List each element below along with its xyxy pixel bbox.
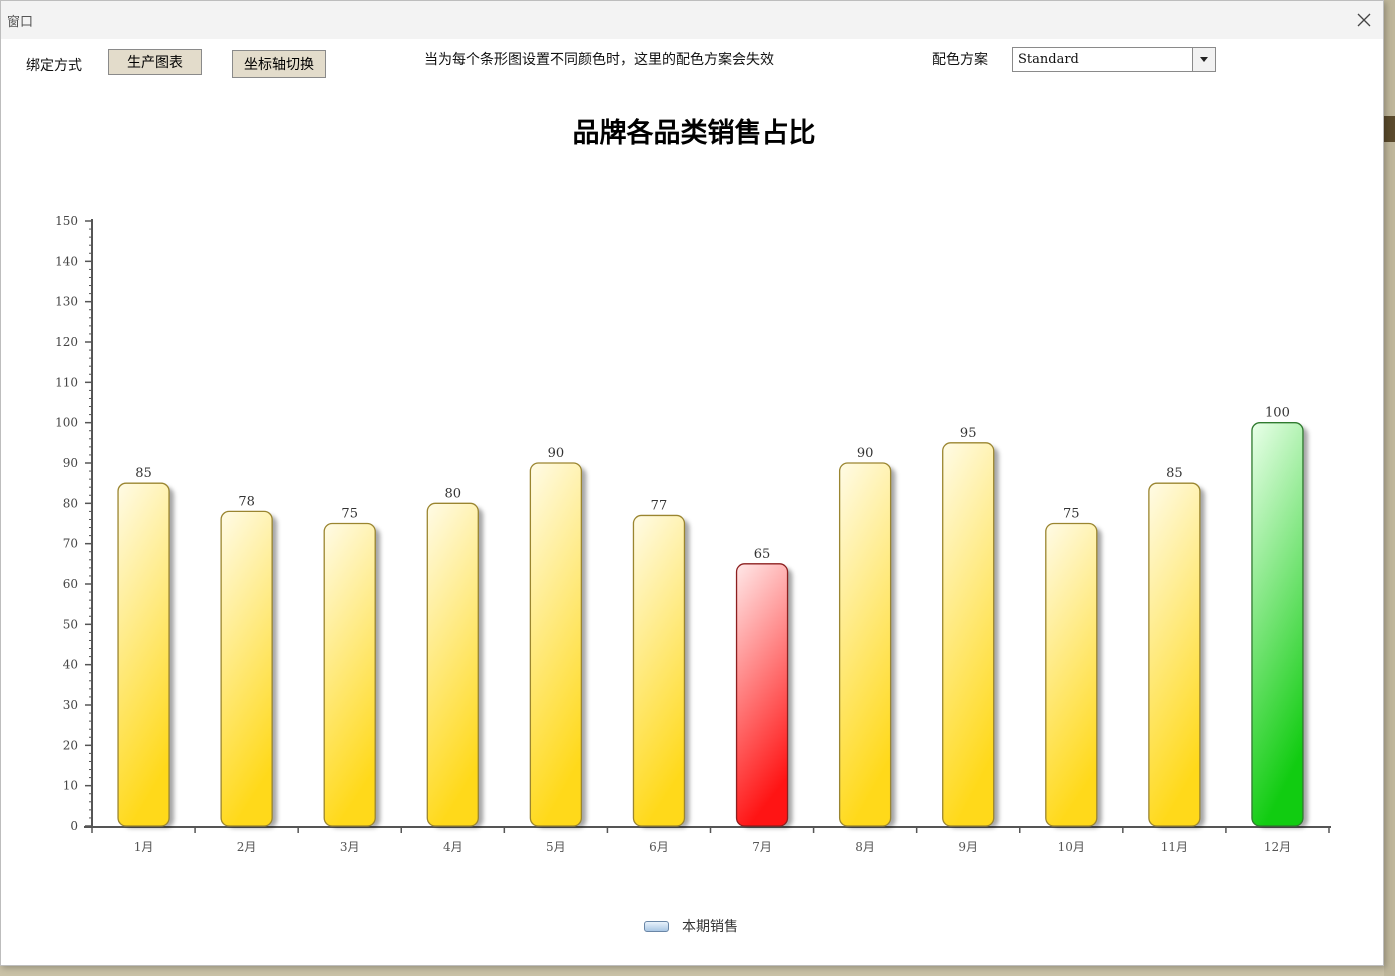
x-tick-label: 10月 [1058, 840, 1085, 854]
x-tick-label: 7月 [752, 840, 772, 854]
bar-3[interactable] [323, 522, 376, 827]
background-window-edge [1384, 116, 1395, 142]
y-tick-label: 70 [63, 537, 78, 551]
bar-11[interactable] [1148, 482, 1201, 827]
bar-9[interactable] [942, 442, 995, 827]
y-tick-label: 0 [70, 819, 78, 833]
x-tick-label: 12月 [1264, 840, 1291, 854]
bar-2[interactable] [220, 510, 273, 827]
x-tick-label: 8月 [855, 840, 875, 854]
y-tick-label: 130 [55, 295, 78, 309]
y-tick-label: 50 [63, 617, 78, 631]
bar-10[interactable] [1045, 522, 1098, 827]
y-tick-label: 150 [55, 214, 78, 228]
bar-12[interactable] [1251, 422, 1304, 827]
bar-8[interactable] [838, 462, 892, 827]
x-tick-label: 4月 [443, 840, 463, 854]
x-tick-label: 5月 [546, 840, 566, 854]
data-label: 75 [341, 507, 358, 522]
bar-6[interactable] [632, 514, 686, 827]
y-tick-label: 90 [63, 456, 78, 470]
x-tick-label: 2月 [237, 840, 257, 854]
data-label: 65 [754, 547, 771, 562]
x-tick-label: 11月 [1161, 840, 1188, 854]
x-tick-label: 9月 [958, 840, 978, 854]
bar-5[interactable] [529, 462, 583, 827]
data-label: 80 [445, 486, 462, 501]
legend-swatch [644, 921, 669, 932]
bar-1[interactable] [117, 482, 170, 827]
data-label: 85 [1166, 466, 1183, 481]
data-label: 95 [960, 426, 977, 441]
bar-7[interactable] [735, 563, 789, 827]
x-tick-label: 3月 [340, 840, 360, 854]
x-tick-label: 6月 [649, 840, 669, 854]
y-tick-label: 40 [63, 658, 78, 672]
y-tick-label: 30 [63, 698, 78, 712]
data-label: 85 [135, 466, 152, 481]
desktop-background [1384, 0, 1395, 976]
y-tick-label: 20 [63, 738, 78, 752]
y-tick-label: 100 [55, 416, 78, 430]
y-tick-label: 60 [63, 577, 78, 591]
y-tick-label: 120 [55, 335, 78, 349]
y-tick-label: 10 [63, 779, 78, 793]
y-tick-label: 80 [63, 496, 78, 510]
legend-label: 本期销售 [682, 919, 738, 935]
bar-chart: 0 10 20 30 40 50 60 70 80 90 100 110 120 130 140 150 85… [55, 214, 1331, 854]
data-label: 77 [651, 498, 668, 513]
data-label: 78 [238, 494, 255, 509]
x-tick-label: 1月 [134, 840, 154, 854]
chart-window: 窗口 绑定方式 生产图表 坐标轴切换 当为每个条形图设置不同颜色时，这里的配色方… [0, 0, 1384, 966]
data-label: 100 [1265, 406, 1290, 421]
bar-4[interactable] [426, 502, 479, 827]
data-label: 75 [1063, 507, 1080, 522]
data-label: 90 [857, 446, 874, 461]
data-label: 90 [548, 446, 565, 461]
y-tick-label: 110 [55, 375, 78, 389]
y-tick-label: 140 [55, 254, 78, 268]
